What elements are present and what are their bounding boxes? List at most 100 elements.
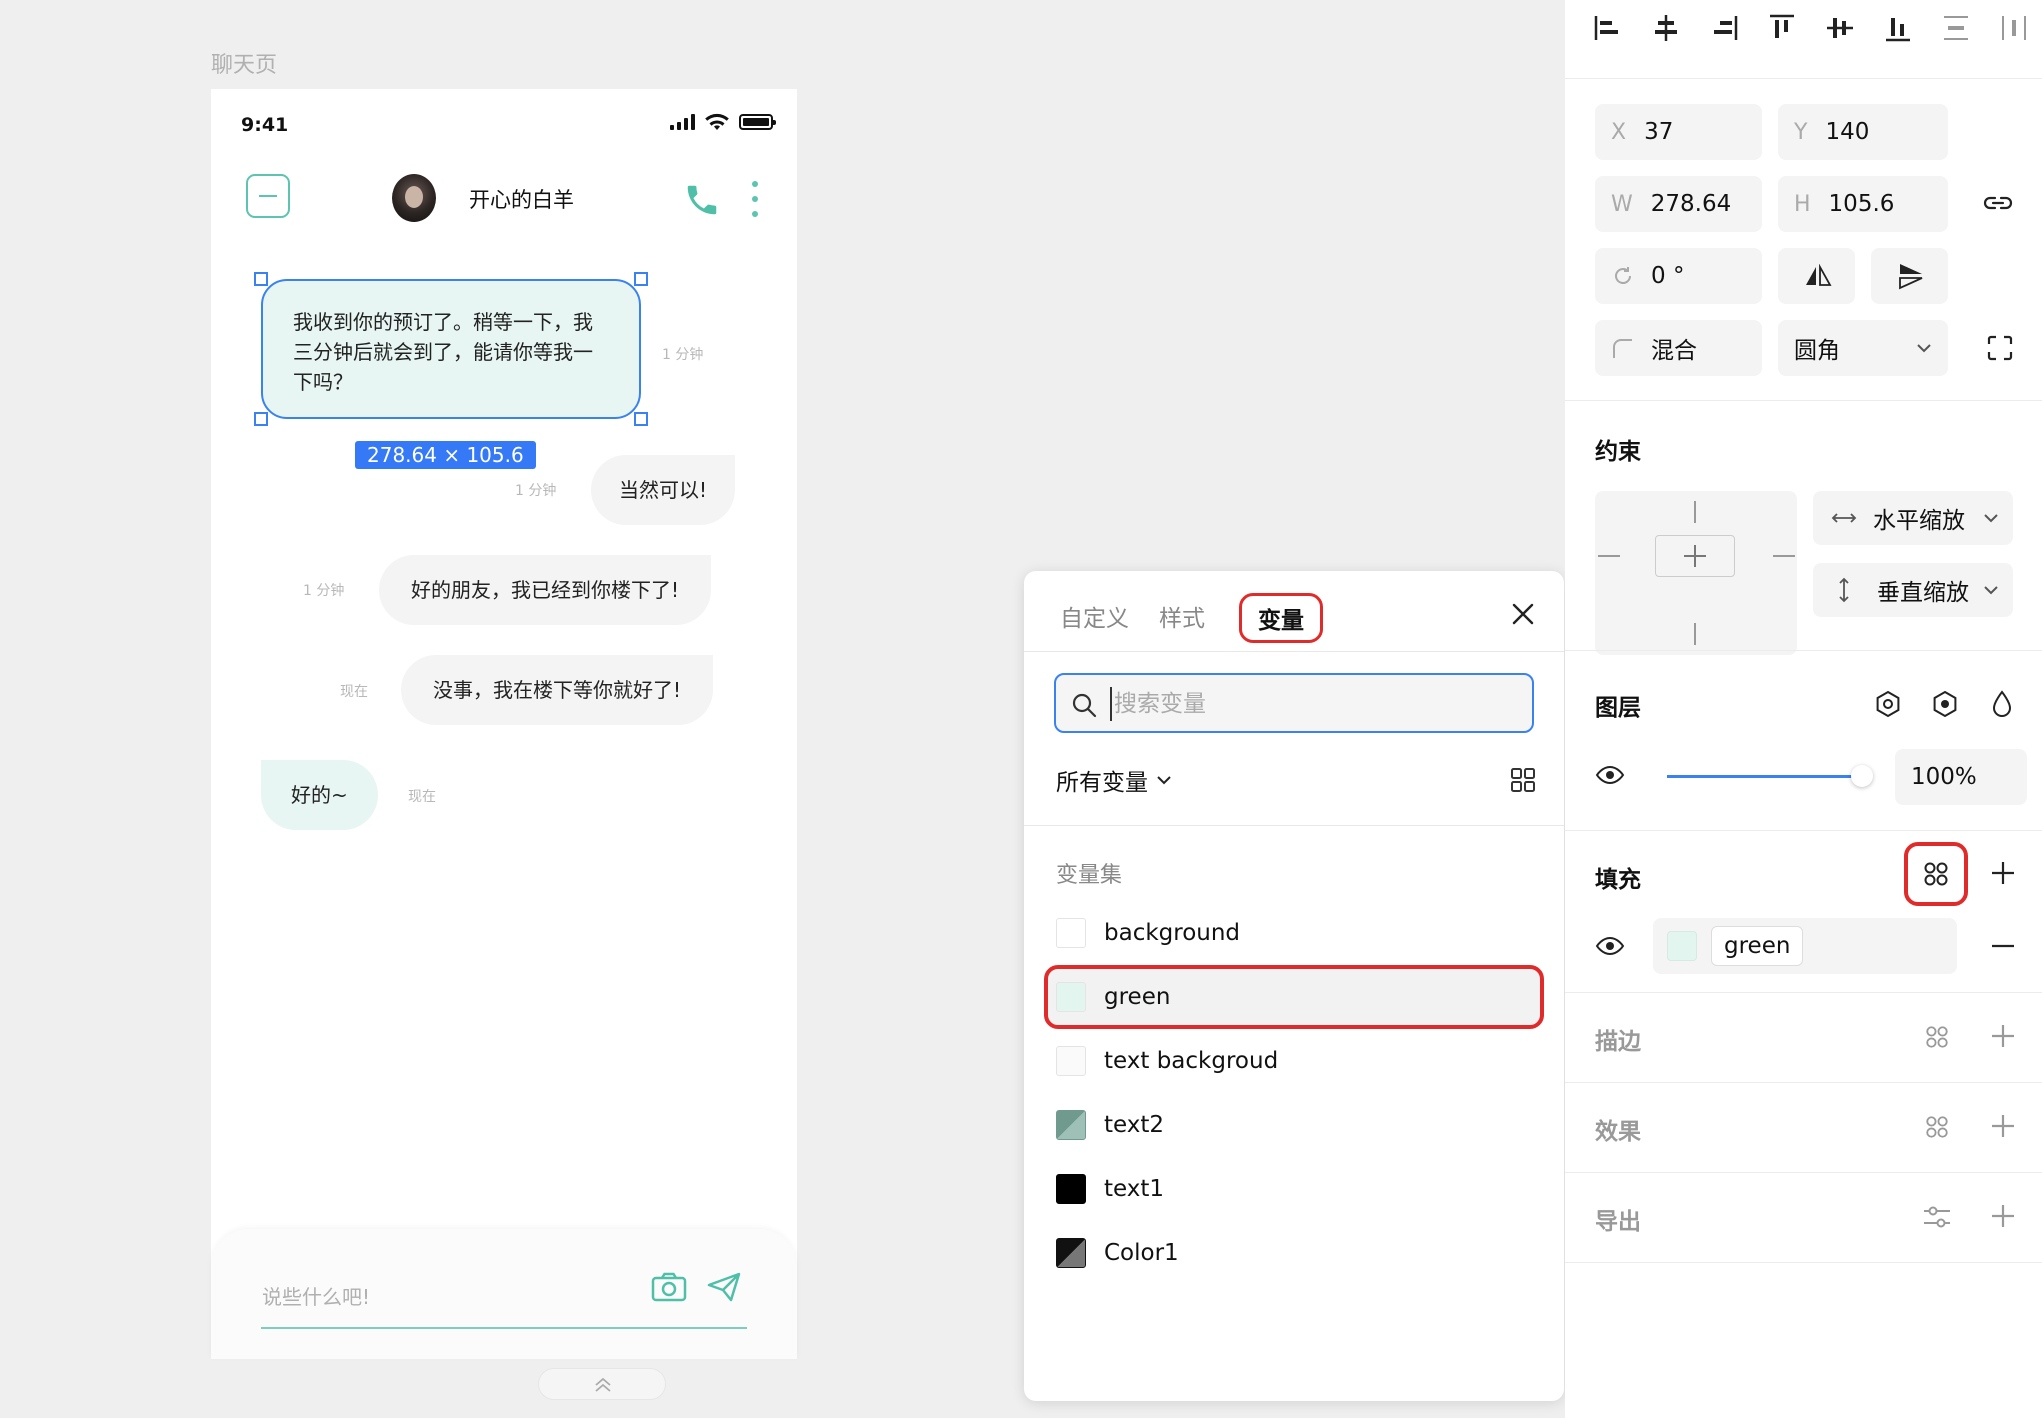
add-effect-icon[interactable] [1990, 1113, 2016, 1139]
eye-icon[interactable] [1595, 935, 1625, 957]
width-field[interactable]: W 278.64 [1595, 176, 1762, 232]
fill-item[interactable]: green [1653, 918, 1957, 974]
align-center-vertical-icon[interactable] [1822, 10, 1858, 46]
fill-variable-chip[interactable]: green [1711, 926, 1804, 966]
phone-call-icon[interactable] [683, 181, 721, 219]
divider [1024, 825, 1564, 826]
message-bubble[interactable]: 好的朋友，我已经到你楼下了! [379, 555, 712, 625]
distribute-vertical-icon[interactable] [1938, 10, 1974, 46]
settings-sliders-icon[interactable] [1922, 1203, 1952, 1231]
message-time: 1 分钟 [662, 347, 704, 363]
tab-styles[interactable]: 样式 [1155, 593, 1209, 643]
align-left-icon[interactable] [1590, 10, 1626, 46]
resize-handle-br[interactable] [634, 412, 648, 426]
variable-item-text-backgroud[interactable]: text backgroud [1044, 1029, 1544, 1093]
dropdown-value: 水平缩放 [1873, 508, 1965, 534]
divider [1565, 1082, 2042, 1083]
message-bubble[interactable]: 好的~ [261, 760, 378, 830]
variable-item-text1[interactable]: text1 [1044, 1157, 1544, 1221]
close-icon[interactable] [1510, 601, 1536, 627]
eye-icon[interactable] [1595, 764, 1625, 786]
resize-handle-tl[interactable] [254, 272, 268, 286]
fill-color-swatch[interactable] [1667, 931, 1697, 961]
fill-variable-button[interactable] [1904, 842, 1968, 906]
frame-label[interactable]: 聊天页 [211, 47, 277, 79]
grid-view-icon[interactable] [1510, 767, 1536, 793]
camera-icon[interactable] [651, 1271, 687, 1303]
divider [1565, 1172, 2042, 1173]
variable-name: green [1104, 984, 1171, 1010]
collapse-toggle-button[interactable] [538, 1368, 666, 1400]
align-bottom-icon[interactable] [1880, 10, 1916, 46]
send-icon[interactable] [706, 1271, 742, 1303]
constraints-title: 约束 [1595, 439, 1641, 465]
more-vertical-icon[interactable] [752, 181, 758, 219]
height-field[interactable]: H 105.6 [1778, 176, 1948, 232]
add-stroke-icon[interactable] [1990, 1023, 2016, 1049]
resize-handle-bl[interactable] [254, 412, 268, 426]
variable-name: Color1 [1104, 1240, 1179, 1266]
resize-handle-tr[interactable] [634, 272, 648, 286]
add-export-icon[interactable] [1990, 1203, 2016, 1229]
export-title: 导出 [1595, 1209, 1641, 1235]
link-icon[interactable] [1982, 190, 2014, 216]
rotate-icon [1615, 267, 1631, 284]
corner-radius-icon [1613, 339, 1632, 358]
message-input[interactable]: 说些什么吧! [262, 1281, 370, 1310]
x-position-field[interactable]: X 37 [1595, 104, 1762, 160]
back-button[interactable] [246, 174, 290, 218]
message-text: 当然可以! [619, 478, 708, 502]
color-swatch [1056, 918, 1086, 948]
message-bubble-selected[interactable]: 我收到你的预订了。稍等一下，我三分钟后就会到了，能请你等我一下吗？ [261, 279, 641, 419]
y-position-field[interactable]: Y 140 [1778, 104, 1948, 160]
opacity-drop-icon[interactable] [1989, 689, 2015, 719]
layer-mask-icon[interactable] [1873, 689, 1903, 719]
variables-popup: 自定义 样式 变量 所有变量 变量集 background green text… [1024, 571, 1564, 1401]
variable-filter-dropdown[interactable]: 所有变量 [1056, 763, 1172, 797]
remove-fill-icon[interactable] [1990, 933, 2016, 959]
message-bubble[interactable]: 没事，我在楼下等你就好了! [401, 655, 714, 725]
constraint-widget[interactable] [1595, 491, 1797, 655]
tab-custom[interactable]: 自定义 [1056, 593, 1133, 643]
variable-item-color1[interactable]: Color1 [1044, 1221, 1544, 1285]
divider [1565, 1262, 2042, 1263]
variable-search-input[interactable] [1110, 687, 1510, 721]
align-right-icon[interactable] [1706, 10, 1742, 46]
chevron-down-icon [1984, 514, 1998, 523]
rotation-field[interactable]: 0 ° [1595, 248, 1762, 304]
flip-horizontal-button[interactable] [1778, 248, 1855, 304]
add-fill-icon[interactable] [1990, 860, 2016, 886]
color-swatch [1056, 1110, 1086, 1140]
message-bubble[interactable]: 当然可以! [591, 455, 736, 525]
alignment-toolbar [1590, 10, 2032, 46]
variable-icon[interactable] [1924, 1024, 1950, 1050]
blend-mode-field[interactable]: 混合 [1595, 320, 1762, 376]
avatar[interactable] [392, 174, 436, 222]
color-swatch [1056, 1238, 1086, 1268]
field-label: X [1611, 119, 1627, 145]
selection-size-badge: 278.64 × 105.6 [355, 441, 536, 469]
flip-vertical-button[interactable] [1871, 248, 1948, 304]
divider [1565, 992, 2042, 993]
variable-item-green[interactable]: green [1044, 965, 1544, 1029]
flip-horizontal-icon [1806, 264, 1832, 286]
independent-corners-icon[interactable] [1986, 334, 2014, 362]
horizontal-constraint-dropdown[interactable]: 水平缩放 [1813, 491, 2013, 545]
align-top-icon[interactable] [1764, 10, 1800, 46]
vertical-constraint-dropdown[interactable]: 垂直缩放 [1813, 563, 2013, 617]
message-time: 1 分钟 [515, 483, 557, 499]
phone-frame[interactable]: 9:41 开心的白羊 我收到你的预订了。稍等一下，我三分钟后就会到了，能请你等我… [211, 89, 797, 1359]
variable-search-box[interactable] [1054, 673, 1534, 733]
opacity-slider-knob[interactable] [1851, 765, 1873, 787]
distribute-horizontal-icon[interactable] [1996, 10, 2032, 46]
variable-item-text2[interactable]: text2 [1044, 1093, 1544, 1157]
corner-type-dropdown[interactable]: 圆角 [1778, 320, 1948, 376]
align-center-horizontal-icon[interactable] [1648, 10, 1684, 46]
input-underline [261, 1327, 747, 1329]
variable-item-background[interactable]: background [1044, 901, 1544, 965]
variable-icon[interactable] [1924, 1114, 1950, 1140]
message-text: 好的朋友，我已经到你楼下了! [411, 578, 680, 602]
layer-component-icon[interactable] [1930, 689, 1960, 719]
tab-variables[interactable]: 变量 [1239, 593, 1323, 643]
opacity-field[interactable]: 100% [1895, 749, 2027, 805]
